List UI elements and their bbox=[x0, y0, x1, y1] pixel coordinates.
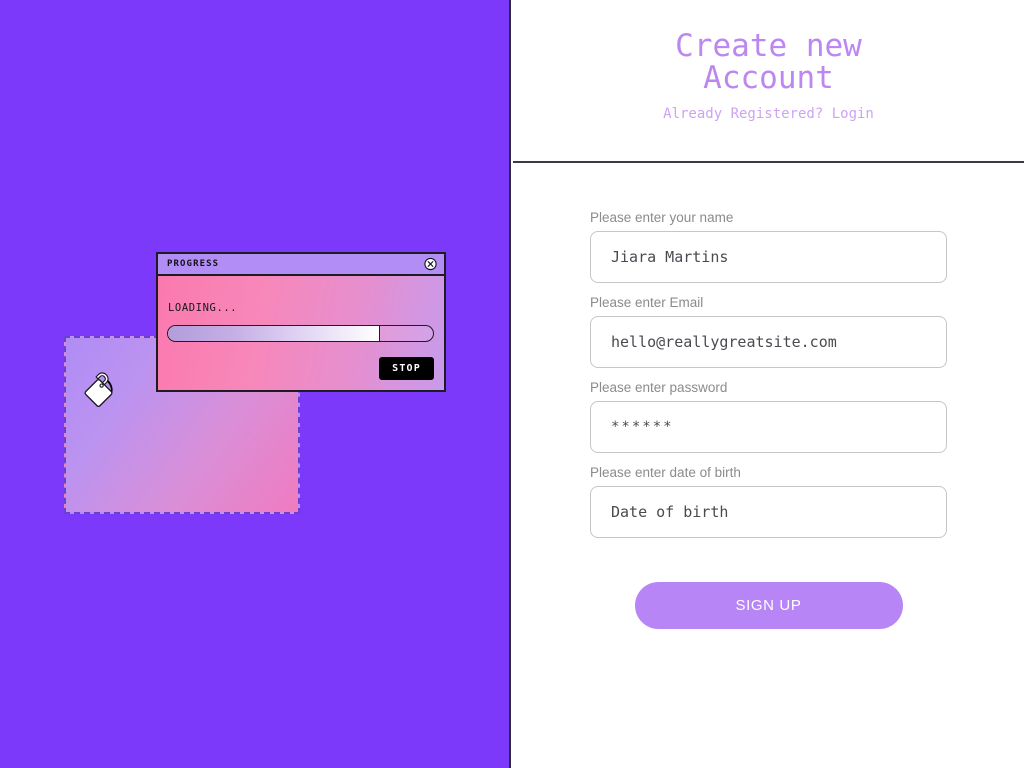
progress-dialog-body: LOADING... STOP bbox=[158, 276, 444, 390]
stop-button[interactable]: STOP bbox=[379, 357, 434, 380]
loading-status-text: LOADING... bbox=[168, 302, 238, 314]
field-email-label: Please enter Email bbox=[590, 295, 704, 310]
field-name-label: Please enter your name bbox=[590, 210, 734, 225]
password-input[interactable]: ****** bbox=[590, 401, 947, 453]
progress-dialog: PROGRESS LOADING... STOP bbox=[156, 252, 446, 392]
form-header: Create new Account Already Registered? L… bbox=[513, 0, 1024, 163]
field-email: Please enter Email hello@reallygreatsite… bbox=[590, 295, 947, 368]
sign-up-button[interactable]: SIGN UP bbox=[634, 582, 903, 629]
page-title-line2: Account bbox=[703, 60, 834, 97]
field-password: Please enter password ****** bbox=[590, 380, 947, 453]
name-input[interactable]: Jiara Martins bbox=[590, 231, 947, 283]
signup-form: Please enter your name Jiara Martins Ple… bbox=[513, 163, 1024, 629]
price-tag-icon bbox=[83, 366, 125, 408]
progress-dialog-titlebar[interactable]: PROGRESS bbox=[158, 254, 444, 276]
progress-bar-fill bbox=[168, 326, 380, 341]
submit-row: SIGN UP bbox=[513, 582, 1024, 629]
signup-screen: PROGRESS LOADING... STOP Create new Acco… bbox=[0, 0, 1024, 768]
field-dob-label: Please enter date of birth bbox=[590, 465, 741, 480]
close-circle-icon[interactable] bbox=[424, 257, 437, 271]
field-password-label: Please enter password bbox=[590, 380, 728, 395]
page-title: Create new Account bbox=[629, 28, 909, 97]
dob-input[interactable]: Date of birth bbox=[590, 486, 947, 538]
left-decorative-panel: PROGRESS LOADING... STOP bbox=[0, 0, 511, 768]
login-link[interactable]: Already Registered? Login bbox=[513, 106, 1024, 122]
page-title-line1: Create new bbox=[675, 28, 862, 64]
field-name: Please enter your name Jiara Martins bbox=[590, 210, 947, 283]
field-dob: Please enter date of birth Date of birth bbox=[590, 465, 947, 538]
progress-bar bbox=[167, 325, 434, 342]
signup-form-panel: Create new Account Already Registered? L… bbox=[513, 0, 1024, 768]
email-input[interactable]: hello@reallygreatsite.com bbox=[590, 316, 947, 368]
progress-dialog-title: PROGRESS bbox=[167, 259, 220, 269]
